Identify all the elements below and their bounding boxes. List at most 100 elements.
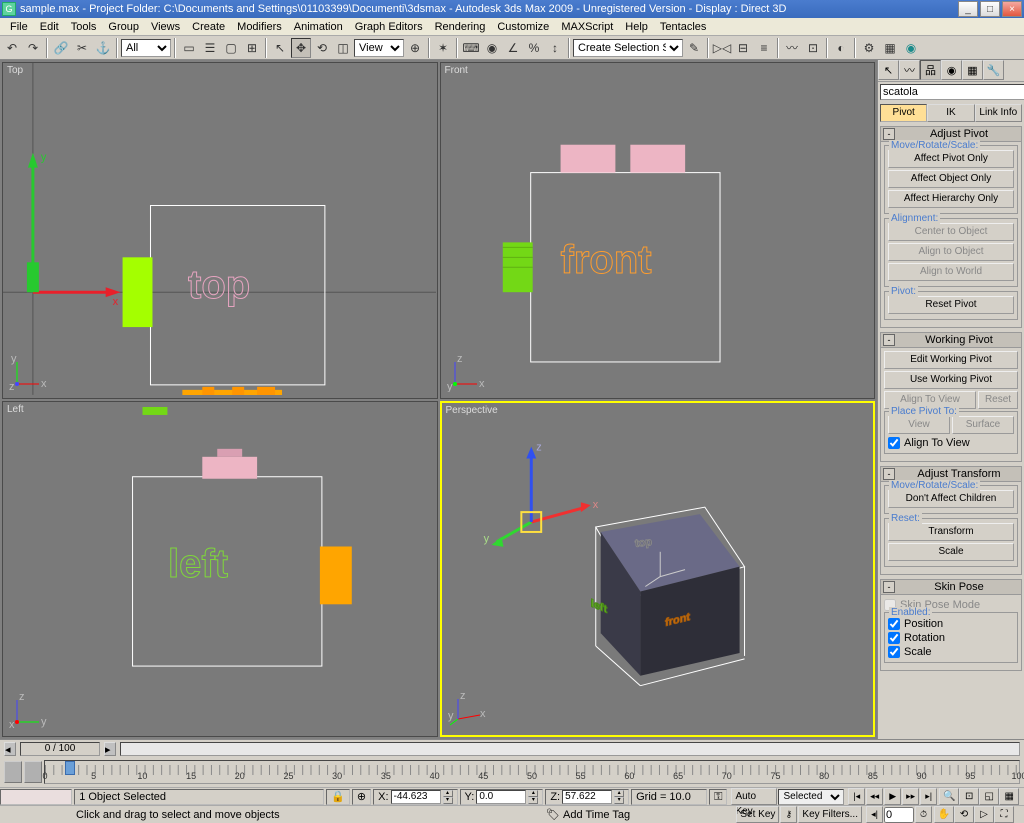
menu-create[interactable]: Create <box>186 21 231 33</box>
maximize-button[interactable]: □ <box>980 1 1000 17</box>
named-selection-set[interactable]: Create Selection Set <box>573 39 683 57</box>
mini-curve-button[interactable] <box>4 761 22 783</box>
reset-pivot-button[interactable]: Reset Pivot <box>888 296 1014 314</box>
menu-modifiers[interactable]: Modifiers <box>231 21 288 33</box>
menu-tentacles[interactable]: Tentacles <box>654 21 712 33</box>
schematic-view-button[interactable]: ⊡ <box>803 38 823 58</box>
selection-filter[interactable]: All <box>121 39 171 57</box>
material-editor-button[interactable]: ◐ <box>831 38 851 58</box>
scroll-left-button[interactable]: ◂ <box>4 742 16 756</box>
sp-rotation-checkbox[interactable]: Rotation <box>888 631 1014 645</box>
rollout-header[interactable]: -Working Pivot <box>880 332 1022 348</box>
align-to-view-checkbox[interactable]: Align To View <box>888 436 1014 450</box>
sp-position-checkbox[interactable]: Position <box>888 617 1014 631</box>
undo-button[interactable]: ↶ <box>2 38 22 58</box>
key-mode-toggle[interactable]: ⚷ <box>780 806 797 823</box>
menu-maxscript[interactable]: MAXScript <box>555 21 619 33</box>
redo-button[interactable]: ↷ <box>23 38 43 58</box>
manipulate-button[interactable]: ✶ <box>433 38 453 58</box>
z-spinner[interactable]: ▴▾ <box>614 790 624 804</box>
edit-named-sel-button[interactable]: ✎ <box>684 38 704 58</box>
scroll-right-button[interactable]: ▸ <box>104 742 116 756</box>
arc-rotate-button[interactable]: ⟲ <box>954 806 974 823</box>
x-coord-field[interactable] <box>391 790 441 804</box>
rotate-button[interactable]: ⟲ <box>312 38 332 58</box>
close-button[interactable]: × <box>1002 1 1022 17</box>
subtab-link-info[interactable]: Link Info <box>975 104 1022 122</box>
rollout-header[interactable]: -Skin Pose <box>880 579 1022 595</box>
play-button[interactable]: ▶ <box>884 788 901 805</box>
menu-views[interactable]: Views <box>145 21 186 33</box>
percent-snap-button[interactable]: % <box>524 38 544 58</box>
render-frame-button[interactable]: ▦ <box>880 38 900 58</box>
goto-start-button[interactable]: |◂ <box>848 788 865 805</box>
tab-modify[interactable]: 〰 <box>899 60 920 80</box>
y-spinner[interactable]: ▴▾ <box>528 790 538 804</box>
menu-group[interactable]: Group <box>102 21 145 33</box>
z-coord-field[interactable] <box>562 790 612 804</box>
prev-frame-button[interactable]: ◂◂ <box>866 788 883 805</box>
layer-button[interactable]: ≡ <box>754 38 774 58</box>
select-by-name-button[interactable]: ☰ <box>200 38 220 58</box>
align-button[interactable]: ⊟ <box>733 38 753 58</box>
zoom-extents-button[interactable]: ◱ <box>979 788 999 805</box>
time-config-button[interactable]: ⏱ <box>915 806 932 823</box>
tab-create[interactable]: ↖ <box>878 60 899 80</box>
select-button[interactable]: ▭ <box>179 38 199 58</box>
bind-button[interactable]: ⚓ <box>93 38 113 58</box>
spinner-snap-button[interactable]: ↕ <box>545 38 565 58</box>
quick-render-button[interactable]: ◉ <box>901 38 921 58</box>
subtab-pivot[interactable]: Pivot <box>880 104 927 122</box>
key-filters-button[interactable]: Key Filters... <box>798 806 862 823</box>
tab-hierarchy[interactable]: 品 <box>920 60 941 80</box>
move-button[interactable]: ✥ <box>291 38 311 58</box>
edit-working-pivot-button[interactable]: Edit Working Pivot <box>884 351 1018 369</box>
scale-button[interactable]: ◫ <box>333 38 353 58</box>
auto-key-button[interactable]: Auto Key <box>731 788 777 805</box>
sp-scale-checkbox[interactable]: Scale <box>888 645 1014 659</box>
goto-end-button[interactable]: ▸| <box>920 788 937 805</box>
lock-key-icon[interactable]: ⚿ <box>709 789 727 805</box>
tab-display[interactable]: ▦ <box>962 60 983 80</box>
reset-scale-button[interactable]: Scale <box>888 543 1014 561</box>
pan-button[interactable]: ✋ <box>934 806 954 823</box>
unlink-button[interactable]: ✂ <box>72 38 92 58</box>
viewport-front[interactable]: Front front x z y <box>440 62 876 399</box>
dont-affect-children-button[interactable]: Don't Affect Children <box>888 490 1014 508</box>
select-object-button[interactable]: ↖ <box>270 38 290 58</box>
window-crossing-button[interactable]: ⊞ <box>242 38 262 58</box>
tab-utilities[interactable]: 🔧 <box>983 60 1004 80</box>
mirror-button[interactable]: ▷◁ <box>712 38 732 58</box>
menu-rendering[interactable]: Rendering <box>429 21 492 33</box>
link-button[interactable]: 🔗 <box>51 38 71 58</box>
track-view-button[interactable] <box>24 761 42 783</box>
time-slider-track[interactable] <box>120 742 1020 756</box>
x-spinner[interactable]: ▴▾ <box>443 790 453 804</box>
curve-editor-button[interactable]: 〰 <box>782 38 802 58</box>
time-ruler[interactable]: 0510152025303540455055606570758085909510… <box>44 760 1020 784</box>
viewport-top[interactable]: Top y x top <box>2 62 438 399</box>
menu-edit[interactable]: Edit <box>34 21 65 33</box>
zoom-extents-all-button[interactable]: ▦ <box>999 788 1019 805</box>
zoom-button[interactable]: 🔍 <box>939 788 959 805</box>
region-rect-button[interactable]: ▢ <box>221 38 241 58</box>
affect-pivot-only-button[interactable]: Affect Pivot Only <box>888 150 1014 168</box>
viewport-left[interactable]: Left left y z x <box>2 401 438 738</box>
set-key-button[interactable]: Set Key <box>736 806 779 823</box>
reset-transform-button[interactable]: Transform <box>888 523 1014 541</box>
current-frame-field[interactable] <box>884 807 914 823</box>
viewport-perspective[interactable]: Perspective x y z <box>440 401 876 738</box>
add-time-tag-button[interactable]: 🏷 Add Time Tag <box>546 808 630 821</box>
use-working-pivot-button[interactable]: Use Working Pivot <box>884 371 1018 389</box>
affect-hierarchy-only-button[interactable]: Affect Hierarchy Only <box>888 190 1014 208</box>
snap-toggle-button[interactable]: ◉ <box>482 38 502 58</box>
menu-file[interactable]: File <box>4 21 34 33</box>
menu-customize[interactable]: Customize <box>491 21 555 33</box>
key-step-button[interactable]: ◂| <box>866 806 883 823</box>
keyboard-shortcut-button[interactable]: ⌨ <box>461 38 481 58</box>
min-max-toggle-button[interactable]: ⛶ <box>994 806 1014 823</box>
fov-button[interactable]: ▷ <box>974 806 994 823</box>
menu-help[interactable]: Help <box>619 21 654 33</box>
key-mode-select[interactable]: Selected <box>778 789 844 805</box>
zoom-all-button[interactable]: ⊡ <box>959 788 979 805</box>
